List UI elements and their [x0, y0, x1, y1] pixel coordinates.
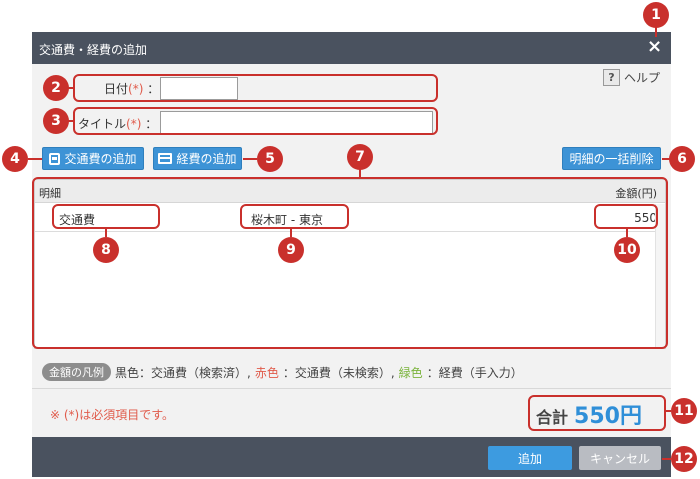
legend-green-desc: ：経費（手入力）	[426, 365, 523, 380]
highlight-type	[52, 204, 160, 229]
legend-green: 緑色	[398, 365, 423, 380]
connector-5	[243, 158, 257, 160]
callout-8: 8	[93, 237, 119, 263]
add-transport-label: 交通費の追加	[64, 152, 137, 166]
callout-11: 11	[671, 398, 697, 424]
legend-tag: 金額の凡例	[42, 363, 111, 381]
callout-3: 3	[43, 108, 69, 134]
callout-5: 5	[257, 146, 283, 172]
dialog-titlebar: 交通費・経費の追加 ×	[32, 32, 671, 64]
help-icon: ?	[603, 69, 620, 86]
highlight-route	[240, 204, 349, 229]
add-button[interactable]: 追加	[488, 446, 572, 470]
highlight-table	[32, 177, 668, 349]
close-icon[interactable]: ×	[647, 38, 662, 56]
bulk-delete-button[interactable]: 明細の一括削除	[562, 147, 661, 170]
callout-12: 12	[671, 446, 697, 472]
connector-1	[655, 27, 657, 37]
connector-4	[28, 158, 42, 160]
dialog-title: 交通費・経費の追加	[39, 43, 148, 57]
callout-1: 1	[643, 2, 669, 28]
required-note: ※ (*)は必須項目です。	[50, 408, 175, 422]
help-link[interactable]: ? ヘルプ	[603, 69, 660, 86]
callout-7: 7	[347, 144, 373, 170]
highlight-date	[73, 74, 438, 102]
amount-legend: 金額の凡例 黒色：交通費（検索済）, 赤色 ：交通費（未検索）, 緑色 ：経費（手入…	[42, 363, 523, 381]
highlight-title	[73, 107, 438, 135]
highlight-total	[528, 395, 666, 431]
bulk-delete-label: 明細の一括削除	[569, 152, 654, 166]
callout-10: 10	[614, 237, 640, 263]
bus-icon	[49, 152, 61, 165]
legend-red-desc: ：交通費（未検索）,	[282, 365, 395, 380]
help-label: ヘルプ	[624, 71, 661, 85]
highlight-amount	[594, 204, 658, 229]
cancel-button[interactable]: キャンセル	[579, 446, 661, 470]
callout-4: 4	[2, 146, 28, 172]
legend-red: 赤色	[254, 365, 279, 380]
add-transport-button[interactable]: 交通費の追加	[42, 147, 144, 170]
add-expense-label: 経費の追加	[176, 152, 237, 166]
divider	[32, 388, 671, 389]
callout-9: 9	[278, 237, 304, 263]
connector-10	[626, 229, 628, 237]
callout-2: 2	[43, 75, 69, 101]
callout-6: 6	[669, 146, 695, 172]
legend-black: 黒色：交通費（検索済）,	[115, 365, 251, 380]
card-icon	[158, 153, 173, 164]
connector-8	[105, 229, 107, 237]
add-expense-button[interactable]: 経費の追加	[153, 147, 242, 170]
dialog-footer: 追加 キャンセル	[32, 437, 671, 477]
connector-9	[290, 229, 292, 237]
connector-12	[662, 458, 671, 460]
